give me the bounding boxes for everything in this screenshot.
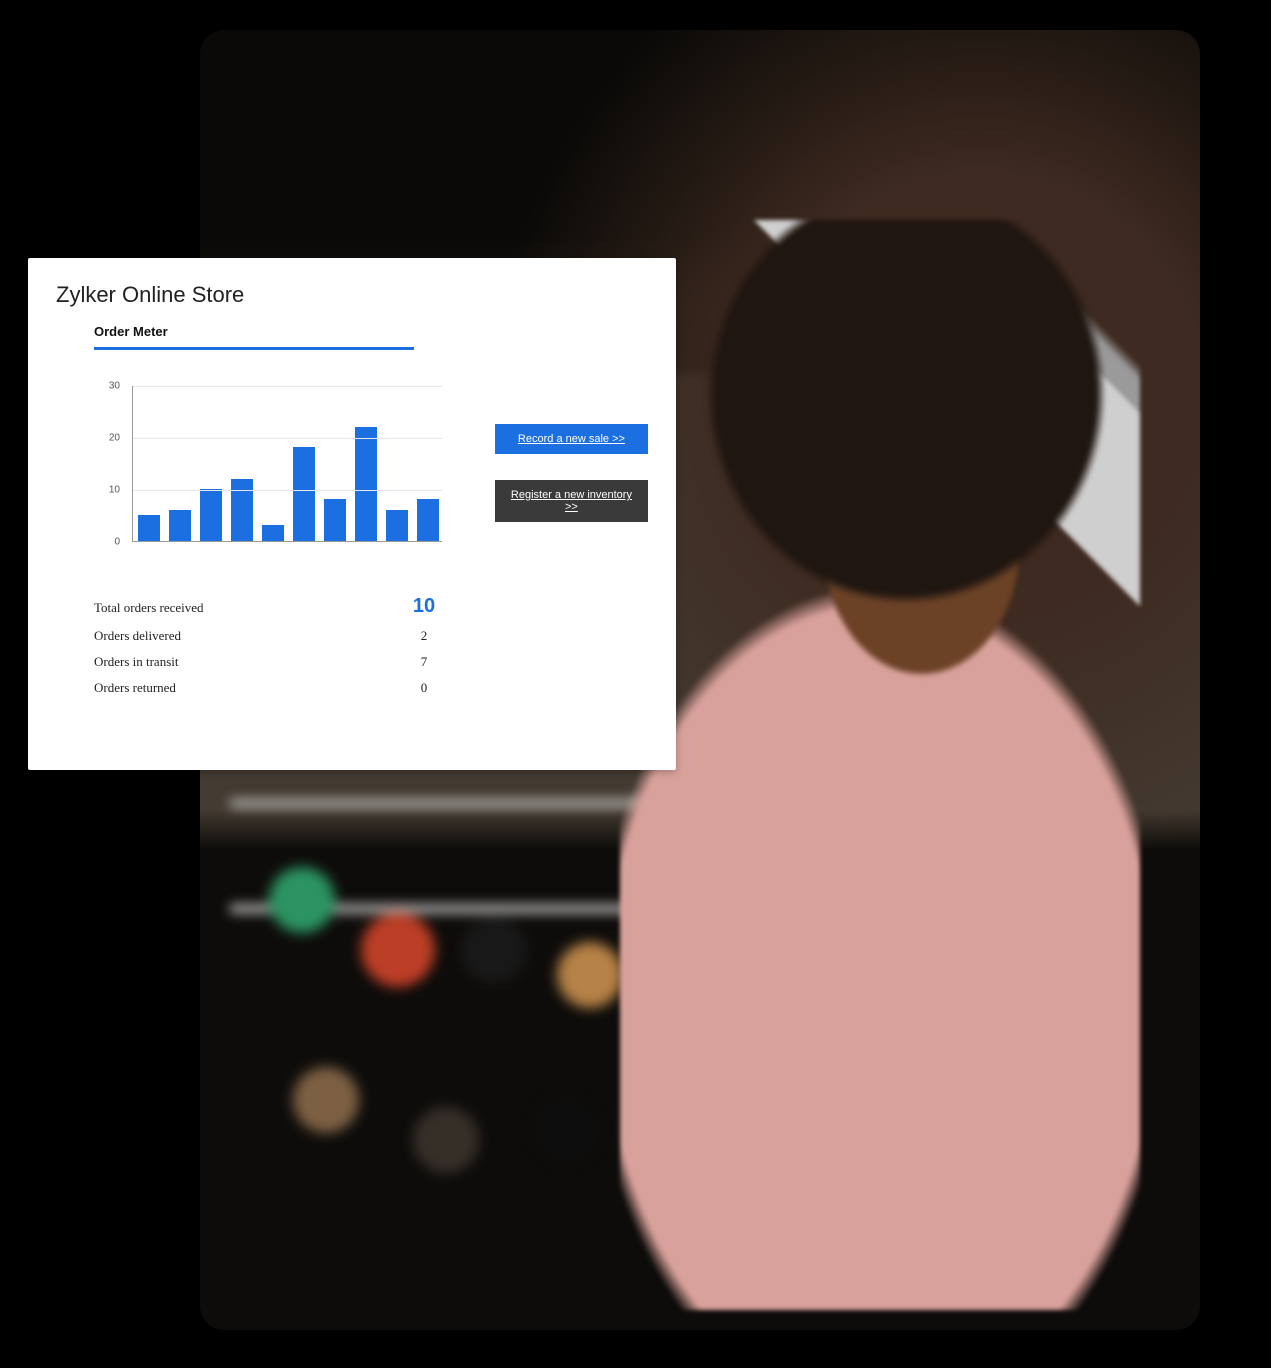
chart-bar <box>386 510 408 541</box>
stat-row: Orders delivered 2 <box>94 623 444 649</box>
chart-bar <box>200 489 222 541</box>
chart-y-tick-label: 10 <box>109 485 120 496</box>
stat-row: Orders in transit 7 <box>94 649 444 675</box>
stat-row: Total orders received 10 <box>94 590 444 623</box>
chart-bar <box>138 515 160 541</box>
action-buttons: Record a new sale >> Register a new inve… <box>495 424 648 522</box>
chart-y-tick-label: 0 <box>114 537 120 548</box>
order-meter-chart: 0 10 20 30 <box>94 378 443 568</box>
stat-label: Orders in transit <box>94 654 178 670</box>
chart-bars <box>133 386 442 541</box>
chart-bar <box>355 427 377 541</box>
chart-plot-area <box>132 386 442 542</box>
section-divider <box>94 347 414 350</box>
stat-value: 7 <box>404 654 444 670</box>
register-inventory-button[interactable]: Register a new inventory >> <box>495 480 648 522</box>
section-title: Order Meter <box>94 324 648 347</box>
stat-value: 2 <box>404 628 444 644</box>
chart-gridline <box>133 386 442 387</box>
stat-label: Orders delivered <box>94 628 181 644</box>
chart-bar <box>324 499 346 541</box>
chart-y-tick-label: 30 <box>109 381 120 392</box>
chart-and-actions-row: 0 10 20 30 Record a new sale >> Register a … <box>56 368 648 568</box>
stat-label: Orders returned <box>94 680 176 696</box>
stat-row: Orders returned 0 <box>94 675 444 701</box>
chart-bar <box>169 510 191 541</box>
order-stats: Total orders received 10 Orders delivered 2… <box>94 590 444 701</box>
stat-label: Total orders received <box>94 600 204 616</box>
dashboard-card: Zylker Online Store Order Meter 0 10 20 30 … <box>28 258 676 770</box>
chart-bar <box>417 499 439 541</box>
stat-value: 0 <box>404 680 444 696</box>
chart-bar <box>262 525 284 541</box>
app-title: Zylker Online Store <box>56 282 648 308</box>
chart-gridline <box>133 490 442 491</box>
chart-bar <box>293 447 315 541</box>
chart-y-ticks: 0102030 <box>94 386 128 542</box>
chart-bar <box>231 479 253 541</box>
chart-gridline <box>133 438 442 439</box>
stat-value: 10 <box>404 595 444 618</box>
record-sale-button[interactable]: Record a new sale >> <box>495 424 648 454</box>
chart-y-tick-label: 20 <box>109 433 120 444</box>
